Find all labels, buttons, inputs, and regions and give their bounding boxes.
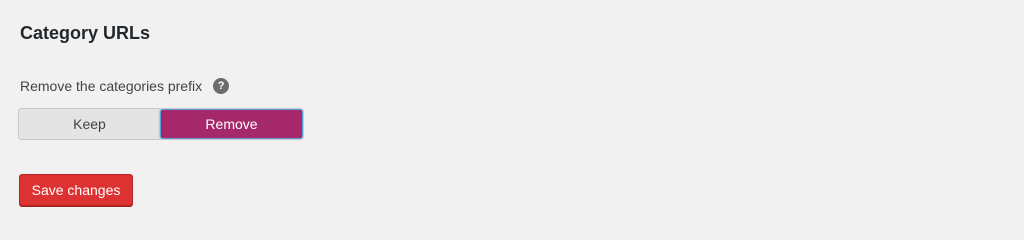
section-title: Category URLs (20, 23, 151, 43)
question-mark-icon[interactable]: ? (213, 78, 230, 94)
field-label-row: Remove the categories prefix ? (20, 76, 230, 96)
toggle-keep-option[interactable]: Keep (19, 109, 160, 139)
prefix-toggle-group: Keep Remove (18, 108, 304, 140)
save-changes-button[interactable]: Save changes (19, 174, 133, 206)
toggle-remove-option[interactable]: Remove (160, 109, 303, 139)
field-label: Remove the categories prefix (20, 78, 203, 94)
